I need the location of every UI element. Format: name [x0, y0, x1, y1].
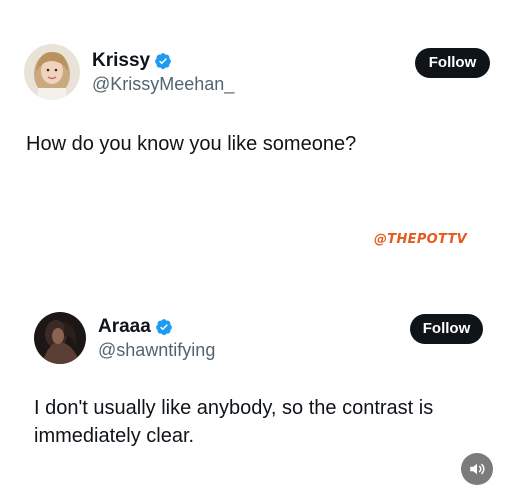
tweet-header: Araaa @shawntifying — [34, 312, 215, 364]
tweet-text: I don't usually like anybody, so the con… — [34, 397, 434, 447]
screenshot-canvas: Krissy @KrissyMeehan_ Follow How do you … — [0, 0, 508, 500]
avatar-photo-icon — [34, 312, 86, 364]
avatar-photo-icon — [24, 44, 80, 100]
verified-badge-icon — [154, 52, 172, 70]
speaker-icon — [470, 463, 485, 475]
display-name-row: Araaa — [98, 316, 215, 338]
name-block: Araaa @shawntifying — [98, 316, 215, 361]
avatar[interactable] — [24, 44, 80, 100]
follow-button[interactable]: Follow — [410, 314, 483, 344]
follow-button[interactable]: Follow — [415, 48, 490, 78]
display-name-row: Krissy — [92, 50, 234, 72]
tweet-text: How do you know you like someone? — [26, 133, 357, 155]
tweet-card — [0, 268, 508, 500]
display-name[interactable]: Araaa — [98, 316, 151, 338]
handle[interactable]: @shawntifying — [98, 340, 215, 361]
name-block: Krissy @KrissyMeehan_ — [92, 50, 234, 95]
watermark: @THEPOTTV — [374, 232, 468, 247]
sound-button[interactable] — [461, 453, 493, 485]
tweet-header: Krissy @KrissyMeehan_ — [24, 44, 234, 100]
handle[interactable]: @KrissyMeehan_ — [92, 74, 234, 95]
display-name[interactable]: Krissy — [92, 50, 150, 72]
verified-badge-icon — [155, 318, 173, 336]
avatar[interactable] — [34, 312, 86, 364]
tweet-card: Krissy @KrissyMeehan_ Follow How do you … — [0, 0, 508, 268]
